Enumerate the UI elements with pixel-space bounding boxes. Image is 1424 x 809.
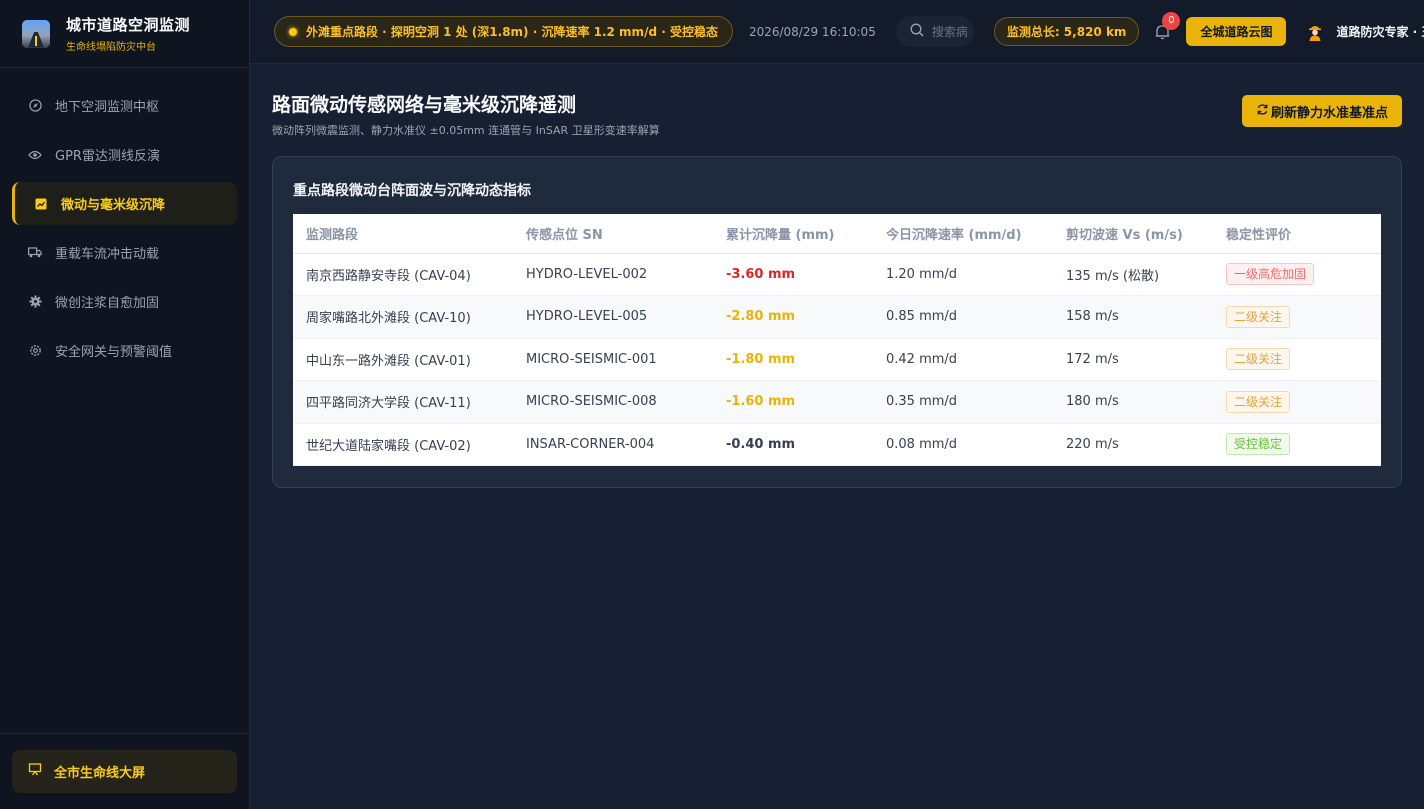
sidebar-item-security-gateway[interactable]: 安全网关与预警阈值 (12, 329, 237, 372)
sidebar-item-label: 地下空洞监测中枢 (55, 100, 160, 115)
sidebar-item-gpr[interactable]: GPR雷达测线反演 (12, 133, 237, 176)
shear-velocity-cell: 172 m/s (1053, 338, 1213, 381)
alert-status-pill[interactable]: 外滩重点路段 · 探明空洞 1 处 (深1.8m) · 沉降速率 1.2 mm/… (274, 16, 733, 47)
monitor-length-pill: 监测总长: 5,820 km (993, 17, 1140, 46)
column-header[interactable]: 今日沉降速率 (mm/d) (873, 214, 1053, 254)
rate-cell: 0.08 mm/d (873, 423, 1053, 466)
sidebar-item-label: 微创注浆自愈加固 (55, 296, 160, 311)
section-cell: 中山东一路外滩段 (CAV-01) (293, 338, 513, 381)
status-badge: 二级关注 (1226, 348, 1291, 371)
alert-text: 外滩重点路段 · 探明空洞 1 处 (深1.8m) · 沉降速率 1.2 mm/… (306, 25, 718, 39)
section-cell: 周家嘴路北外滩段 (CAV-10) (293, 295, 513, 339)
section-cell: 四平路同济大学段 (CAV-11) (293, 380, 513, 424)
settings-icon (28, 344, 42, 358)
chart-icon (34, 197, 48, 211)
city-lifeline-screen-button[interactable]: 全市生命线大屏 (12, 750, 237, 793)
column-header[interactable]: 剪切波速 Vs (m/s) (1053, 214, 1213, 254)
rate-cell: 0.35 mm/d (873, 380, 1053, 424)
search-box[interactable] (895, 16, 974, 47)
eye-icon (28, 148, 42, 162)
evaluation-cell: 一级高危加固 (1213, 253, 1381, 296)
table-header-row: 监测路段 传感点位 SN 累计沉降量 (mm) 今日沉降速率 (mm/d) 剪切… (293, 214, 1381, 254)
top-header: 外滩重点路段 · 探明空洞 1 处 (深1.8m) · 沉降速率 1.2 mm/… (250, 0, 1424, 64)
table-row[interactable]: 四平路同济大学段 (CAV-11) MICRO-SEISMIC-008 -1.6… (293, 380, 1381, 424)
settlement-cell: -2.80 mm (713, 295, 873, 339)
sensor-sn-cell: INSAR-CORNER-004 (513, 423, 713, 466)
main-content: 路面微动传感网络与毫米级沉降遥测 微动阵列微震监测、静力水准仪 ±0.05mm … (250, 64, 1424, 809)
rate-cell: 1.20 mm/d (873, 253, 1053, 296)
evaluation-cell: 受控稳定 (1213, 423, 1381, 466)
column-header[interactable]: 累计沉降量 (mm) (713, 214, 873, 254)
brand[interactable]: 城市道路空洞监测 生命线塌陷防灾中台 (0, 0, 249, 68)
worker-avatar-icon (1306, 23, 1324, 41)
search-input[interactable] (931, 24, 974, 39)
evaluation-cell: 二级关注 (1213, 295, 1381, 339)
sidebar-item-label: 微动与毫米级沉降 (61, 198, 166, 213)
truck-icon (28, 246, 42, 260)
table-row[interactable]: 周家嘴路北外滩段 (CAV-10) HYDRO-LEVEL-005 -2.80 … (293, 295, 1381, 339)
refresh-icon (1256, 103, 1269, 120)
table-row[interactable]: 南京西路静安寺段 (CAV-04) HYDRO-LEVEL-002 -3.60 … (293, 253, 1381, 296)
sidebar-item-microtremor[interactable]: 微动与毫米级沉降 (12, 182, 237, 225)
sidebar-item-heavy-traffic[interactable]: 重载车流冲击动载 (12, 231, 237, 274)
sensor-sn-cell: HYDRO-LEVEL-002 (513, 253, 713, 296)
sidebar-item-label: GPR雷达测线反演 (55, 149, 160, 164)
gear-icon (28, 295, 42, 309)
datetime: 2026/08/29 16:10:05 (748, 24, 876, 39)
sensor-sn-cell: MICRO-SEISMIC-001 (513, 338, 713, 381)
shear-velocity-cell: 220 m/s (1053, 423, 1213, 466)
city-lifeline-screen-label: 全市生命线大屏 (54, 766, 146, 781)
settlement-cell: -3.60 mm (713, 253, 873, 296)
evaluation-cell: 二级关注 (1213, 338, 1381, 381)
refresh-baseline-label: 刷新静力水准基准点 (1270, 105, 1388, 121)
settlement-cell: -1.80 mm (713, 338, 873, 381)
section-cell: 世纪大道陆家嘴段 (CAV-02) (293, 423, 513, 466)
notification-bell[interactable]: 0 (1155, 11, 1181, 42)
road-logo-icon (22, 19, 50, 48)
rate-cell: 0.42 mm/d (873, 338, 1053, 381)
notification-count-badge: 0 (1162, 11, 1181, 30)
status-badge: 受控稳定 (1226, 433, 1291, 456)
user-name: 道路防灾专家 · 王总工 (1336, 25, 1424, 39)
status-badge: 二级关注 (1226, 390, 1291, 413)
search-icon (910, 23, 924, 40)
evaluation-cell: 二级关注 (1213, 380, 1381, 424)
column-header[interactable]: 监测路段 (293, 214, 513, 254)
sidebar-footer: 全市生命线大屏 (0, 733, 249, 809)
sidebar-item-label: 安全网关与预警阈值 (55, 345, 173, 360)
sidebar: 城市道路空洞监测 生命线塌陷防灾中台 地下空洞监测中枢 GPR雷达测线反演 微动… (0, 0, 250, 809)
city-road-map-button[interactable]: 全城道路云图 (1186, 17, 1287, 46)
sensor-sn-cell: HYDRO-LEVEL-005 (513, 295, 713, 339)
presentation-icon (28, 763, 42, 780)
refresh-baseline-button[interactable]: 刷新静力水准基准点 (1241, 95, 1402, 127)
settlement-cell: -0.40 mm (713, 423, 873, 466)
user-profile[interactable]: 道路防灾专家 · 王总工 (1306, 23, 1424, 41)
sidebar-item-cavity-hub[interactable]: 地下空洞监测中枢 (12, 84, 237, 127)
compass-icon (28, 99, 42, 113)
sidebar-nav: 地下空洞监测中枢 GPR雷达测线反演 微动与毫米级沉降 重载车流冲击动载 微创注… (0, 68, 249, 372)
status-badge: 一级高危加固 (1226, 263, 1315, 286)
status-badge: 二级关注 (1226, 305, 1291, 328)
table-row[interactable]: 世纪大道陆家嘴段 (CAV-02) INSAR-CORNER-004 -0.40… (293, 423, 1381, 466)
metrics-card: 重点路段微动台阵面波与沉降动态指标 监测路段 传感点位 SN 累计沉降量 (mm… (272, 156, 1402, 488)
settlement-table: 监测路段 传感点位 SN 累计沉降量 (mm) 今日沉降速率 (mm/d) 剪切… (293, 214, 1381, 466)
brand-title: 城市道路空洞监测 (66, 16, 191, 34)
shear-velocity-cell: 158 m/s (1053, 295, 1213, 339)
sidebar-item-label: 重载车流冲击动载 (55, 247, 160, 262)
settlement-cell: -1.60 mm (713, 380, 873, 424)
shear-velocity-cell: 135 m/s (松散) (1053, 253, 1213, 296)
column-header[interactable]: 稳定性评价 (1213, 214, 1381, 254)
column-header[interactable]: 传感点位 SN (513, 214, 713, 254)
page-title: 路面微动传感网络与毫米级沉降遥测 (272, 94, 577, 116)
rate-cell: 0.85 mm/d (873, 295, 1053, 339)
sidebar-item-grouting[interactable]: 微创注浆自愈加固 (12, 280, 237, 323)
section-cell: 南京西路静安寺段 (CAV-04) (293, 253, 513, 296)
sensor-sn-cell: MICRO-SEISMIC-008 (513, 380, 713, 424)
page-subtitle: 微动阵列微震监测、静力水准仪 ±0.05mm 连通管与 InSAR 卫星形变速率… (272, 124, 660, 137)
brand-subtitle: 生命线塌陷防灾中台 (66, 42, 156, 53)
alert-dot-icon (289, 27, 297, 36)
shear-velocity-cell: 180 m/s (1053, 380, 1213, 424)
table-row[interactable]: 中山东一路外滩段 (CAV-01) MICRO-SEISMIC-001 -1.8… (293, 338, 1381, 381)
card-title: 重点路段微动台阵面波与沉降动态指标 (293, 183, 531, 199)
